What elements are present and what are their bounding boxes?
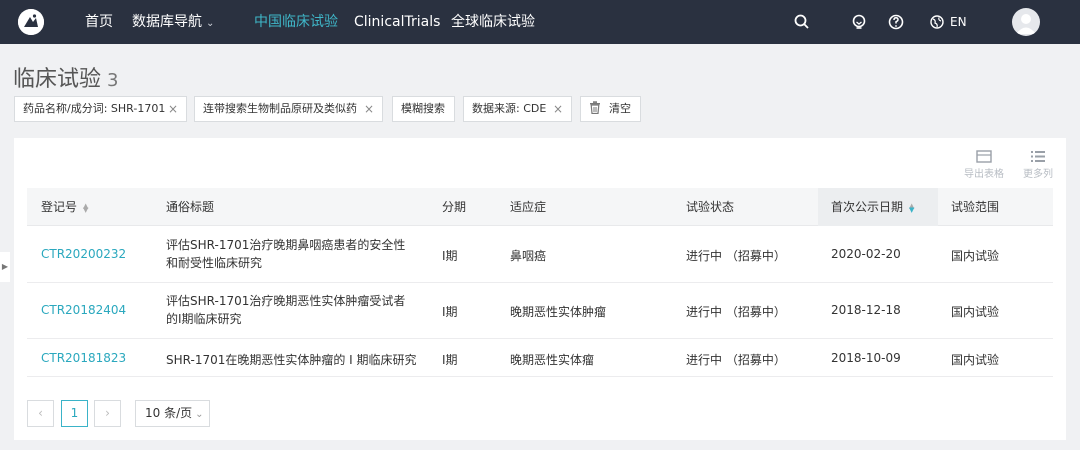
trial-title: 评估SHR-1701治疗晚期恶性实体肿瘤受试者的I期临床研究 bbox=[166, 294, 406, 326]
close-icon[interactable]: × bbox=[168, 97, 178, 121]
filter-chip-label: 连带搜索生物制品原研及类似药 bbox=[203, 102, 357, 115]
close-icon[interactable]: × bbox=[553, 97, 563, 121]
nav-global-clinical-trials[interactable]: 全球临床试验 bbox=[451, 0, 535, 44]
user-icon bbox=[1016, 14, 1036, 34]
next-page-button[interactable]: › bbox=[94, 400, 121, 427]
filter-chip-label: 模糊搜索 bbox=[401, 102, 445, 115]
trash-icon bbox=[590, 101, 600, 115]
registration-number-link[interactable]: CTR20182404 bbox=[41, 303, 126, 317]
table-header: 登记号 ▲ ▼ 通俗标题 分期 适应症 试验状态 首次公示日期 ▲ ▼ 试验范围 bbox=[27, 188, 1053, 226]
list-icon bbox=[1031, 151, 1045, 162]
table-row[interactable]: CTR20200232 评估SHR-1701治疗晚期鼻咽癌患者的安全性和耐受性临… bbox=[27, 226, 1053, 283]
logo[interactable] bbox=[18, 9, 44, 35]
first-publish-date: 2018-10-09 bbox=[831, 351, 901, 365]
trial-scope: 国内试验 bbox=[951, 353, 1000, 367]
filter-chip-drug-name[interactable]: 药品名称/成分词: SHR-1701 × bbox=[14, 96, 187, 122]
trial-title: SHR-1701在晚期恶性实体肿瘤的 I 期临床研究 bbox=[166, 353, 417, 367]
page-button-current[interactable]: 1 bbox=[61, 400, 88, 427]
result-count: 3 bbox=[107, 70, 119, 91]
nav-database-menu[interactable]: 数据库导航 ⌄ bbox=[132, 0, 214, 44]
nav-china-clinical-trials[interactable]: 中国临床试验 bbox=[254, 0, 338, 44]
nav-clinicaltrials[interactable]: ClinicalTrials bbox=[354, 0, 440, 44]
language-label: EN bbox=[950, 15, 967, 29]
language-switch[interactable]: EN bbox=[930, 0, 967, 44]
top-navbar: 首页 数据库导航 ⌄ 中国临床试验 ClinicalTrials 全球临床试验 E… bbox=[0, 0, 1080, 44]
filter-chip-fuzzy-search[interactable]: 模糊搜索 bbox=[392, 96, 455, 122]
trial-status: 进行中 （招募中） bbox=[686, 353, 786, 367]
page-size-select[interactable]: 10 条/页 ⌄ bbox=[135, 400, 210, 427]
prev-page-button[interactable]: ‹ bbox=[27, 400, 54, 427]
nav-database-label: 数据库导航 bbox=[132, 14, 202, 30]
table-row[interactable]: CTR20182404 评估SHR-1701治疗晚期恶性实体肿瘤受试者的I期临床… bbox=[27, 283, 1053, 339]
column-header-label: 登记号 bbox=[41, 200, 78, 214]
clear-filters-button[interactable]: 清空 bbox=[580, 96, 641, 122]
clear-filters-label: 清空 bbox=[609, 102, 631, 115]
registration-number-link[interactable]: CTR20200232 bbox=[41, 247, 126, 261]
export-table-label: 导出表格 bbox=[964, 169, 1004, 180]
column-header-registration-no[interactable]: 登记号 ▲ ▼ bbox=[41, 188, 88, 226]
trials-table: 登记号 ▲ ▼ 通俗标题 分期 适应症 试验状态 首次公示日期 ▲ ▼ 试验范围 CTR… bbox=[27, 188, 1053, 377]
table-row[interactable]: CTR20181823 SHR-1701在晚期恶性实体肿瘤的 I 期临床研究 I… bbox=[27, 339, 1053, 377]
column-header-phase: 分期 bbox=[442, 200, 467, 214]
logo-icon bbox=[18, 9, 44, 35]
sort-icon[interactable]: ▲ ▼ bbox=[909, 202, 914, 213]
results-card: 导出表格 更多列 登记号 ▲ ▼ 通俗标题 分期 适应症 试验状态 首次公示日期 ▲ ▼… bbox=[14, 138, 1066, 440]
trial-indication: 晚期恶性实体肿瘤 bbox=[510, 305, 607, 319]
lightbulb-icon[interactable] bbox=[850, 13, 868, 31]
nav-home[interactable]: 首页 bbox=[85, 0, 113, 44]
page-title: 临床试验 3 bbox=[13, 61, 118, 93]
trial-phase: I期 bbox=[442, 249, 458, 263]
first-publish-date: 2020-02-20 bbox=[831, 247, 901, 261]
page-size-label: 10 条/页 bbox=[145, 406, 193, 420]
search-icon[interactable] bbox=[793, 13, 811, 31]
chevron-down-icon: ⌄ bbox=[206, 18, 215, 29]
filter-chip-data-source[interactable]: 数据来源: CDE × bbox=[463, 96, 572, 122]
trial-scope: 国内试验 bbox=[951, 305, 1000, 319]
filter-chip-biosimilar[interactable]: 连带搜索生物制品原研及类似药 × bbox=[194, 96, 383, 122]
export-table-button[interactable]: 导出表格 bbox=[962, 150, 1006, 180]
filter-chip-label: 药品名称/成分词: SHR-1701 bbox=[23, 102, 166, 115]
close-icon[interactable]: × bbox=[364, 97, 374, 121]
column-header-label: 首次公示日期 bbox=[831, 200, 904, 214]
export-table-icon bbox=[976, 150, 992, 163]
trial-status: 进行中 （招募中） bbox=[686, 249, 786, 263]
more-columns-label: 更多列 bbox=[1023, 169, 1053, 180]
trial-status: 进行中 （招募中） bbox=[686, 305, 786, 319]
chevron-down-icon: ⌄ bbox=[195, 409, 204, 420]
first-publish-date: 2018-12-18 bbox=[831, 303, 901, 317]
trial-indication: 鼻咽癌 bbox=[510, 249, 547, 263]
more-columns-button[interactable]: 更多列 bbox=[1016, 150, 1060, 180]
trial-phase: I期 bbox=[442, 353, 458, 367]
registration-number-link[interactable]: CTR20181823 bbox=[41, 351, 126, 365]
sidebar-toggle[interactable]: ▶ bbox=[0, 252, 10, 282]
column-header-status: 试验状态 bbox=[686, 200, 735, 214]
page-title-text: 临床试验 bbox=[13, 67, 102, 92]
avatar[interactable] bbox=[1012, 8, 1040, 36]
column-header-first-publish-date[interactable]: 首次公示日期 ▲ ▼ bbox=[831, 188, 914, 226]
filter-chip-label: 数据来源: CDE bbox=[472, 102, 547, 115]
trial-indication: 晚期恶性实体瘤 bbox=[510, 353, 595, 367]
help-icon[interactable] bbox=[887, 13, 905, 31]
column-header-title: 通俗标题 bbox=[166, 200, 215, 214]
column-header-scope: 试验范围 bbox=[951, 200, 1000, 214]
trial-phase: I期 bbox=[442, 305, 458, 319]
trial-scope: 国内试验 bbox=[951, 249, 1000, 263]
trial-title: 评估SHR-1701治疗晚期鼻咽癌患者的安全性和耐受性临床研究 bbox=[166, 238, 406, 270]
column-header-indication: 适应症 bbox=[510, 200, 547, 214]
globe-icon bbox=[930, 15, 944, 29]
sort-icon[interactable]: ▲ ▼ bbox=[83, 202, 88, 213]
